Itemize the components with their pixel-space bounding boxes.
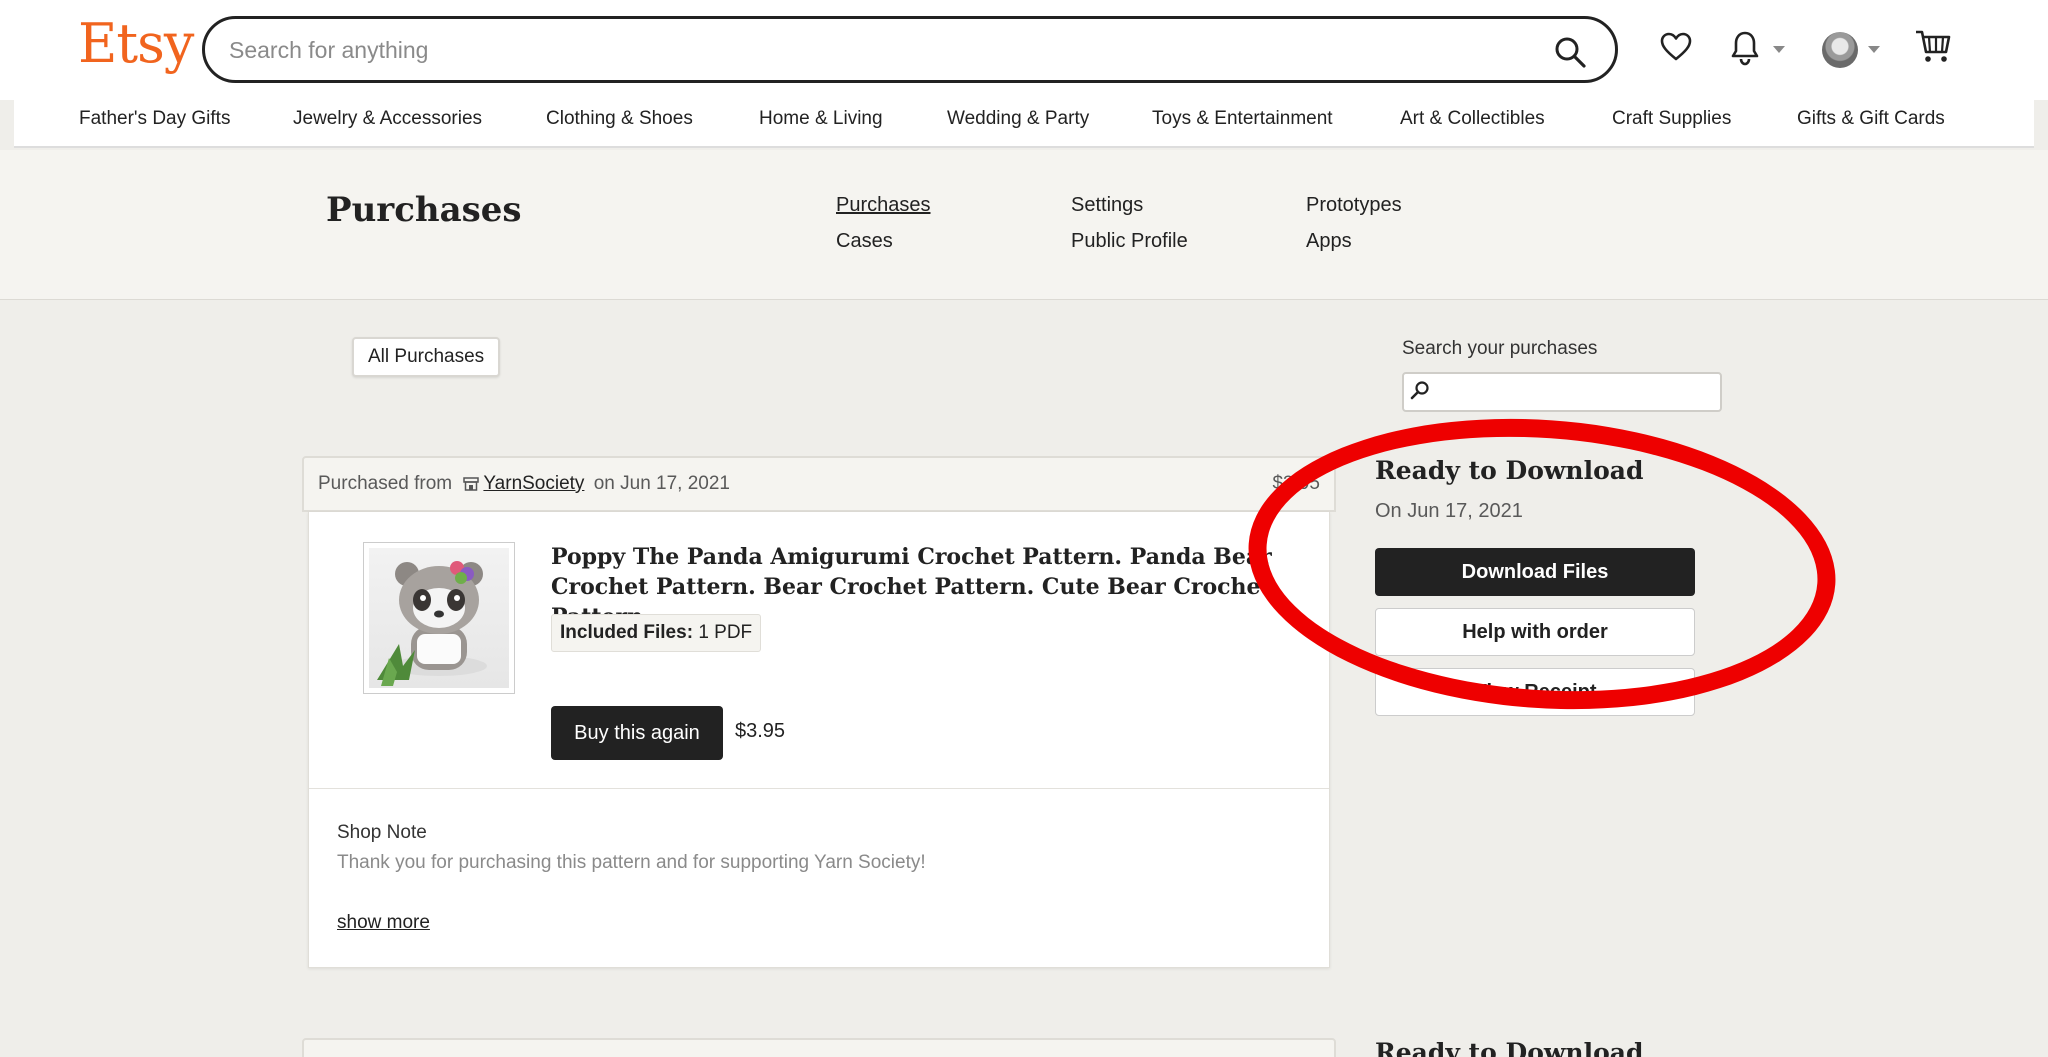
category-link[interactable]: Gifts & Gift Cards xyxy=(1797,108,1945,130)
search-bar[interactable] xyxy=(202,16,1618,83)
category-link[interactable]: Clothing & Shoes xyxy=(546,108,693,130)
nav-link-purchases[interactable]: Purchases xyxy=(836,194,931,217)
item-price: $3.95 xyxy=(735,720,786,742)
search-purchases-label: Search your purchases xyxy=(1402,338,1598,359)
category-link[interactable]: Father's Day Gifts xyxy=(79,108,230,130)
included-files-value: 1 PDF xyxy=(698,622,753,643)
bell-icon[interactable] xyxy=(1730,30,1760,66)
included-files-label: Included Files: xyxy=(560,622,694,643)
order-header: Purchased from YarnSociety on Jun 17, 20… xyxy=(302,456,1336,512)
next-order-header xyxy=(302,1038,1336,1057)
download-files-button[interactable]: Download Files xyxy=(1375,548,1695,596)
view-receipt-button[interactable]: View Receipt xyxy=(1375,668,1695,716)
buy-again-button[interactable]: Buy this again xyxy=(551,706,723,760)
search-icon[interactable] xyxy=(1553,35,1587,69)
nav-link-public-profile[interactable]: Public Profile xyxy=(1071,230,1188,253)
shop-note-title: Shop Note xyxy=(337,822,427,843)
site-header: Etsy xyxy=(0,0,2048,100)
category-link[interactable]: Craft Supplies xyxy=(1612,108,1731,130)
heart-icon[interactable] xyxy=(1660,32,1692,62)
order-card: Poppy The Panda Amigurumi Crochet Patter… xyxy=(308,512,1330,968)
help-with-order-button[interactable]: Help with order xyxy=(1375,608,1695,656)
avatar[interactable] xyxy=(1822,32,1858,68)
status-date: On Jun 17, 2021 xyxy=(1375,500,1523,522)
nav-link-cases[interactable]: Cases xyxy=(836,230,893,253)
order-total: $3.95 xyxy=(1272,473,1320,494)
status-title: Ready to Download xyxy=(1375,456,1644,485)
product-image[interactable] xyxy=(363,542,515,694)
category-link[interactable]: Art & Collectibles xyxy=(1400,108,1545,130)
panda-illustration xyxy=(377,561,487,686)
all-purchases-filter[interactable]: All Purchases xyxy=(352,337,501,377)
show-more-link[interactable]: show more xyxy=(337,912,430,934)
etsy-logo[interactable]: Etsy xyxy=(78,12,194,75)
purchased-from: Purchased from YarnSociety on Jun 17, 20… xyxy=(318,473,730,495)
nav-link-settings[interactable]: Settings xyxy=(1071,194,1143,217)
shop-note-text: Thank you for purchasing this pattern an… xyxy=(337,852,926,873)
purchased-from-label: Purchased from xyxy=(318,473,453,494)
category-link[interactable]: Toys & Entertainment xyxy=(1152,108,1333,130)
shop-icon xyxy=(463,477,480,491)
included-files: Included Files: 1 PDF xyxy=(551,614,762,652)
account-header: Purchases Purchases Cases Settings Publi… xyxy=(0,150,2048,300)
cart-icon[interactable] xyxy=(1914,28,1952,64)
divider xyxy=(309,788,1329,789)
search-icon xyxy=(1410,381,1429,400)
nav-link-prototypes[interactable]: Prototypes xyxy=(1306,194,1402,217)
chevron-down-icon[interactable] xyxy=(1868,46,1880,53)
page-title: Purchases xyxy=(326,190,522,230)
order-date: on Jun 17, 2021 xyxy=(593,473,731,494)
shop-link[interactable]: YarnSociety xyxy=(483,473,584,494)
category-link[interactable]: Jewelry & Accessories xyxy=(293,108,482,130)
search-input[interactable] xyxy=(229,33,1529,67)
search-purchases-input[interactable] xyxy=(1402,372,1722,412)
category-link[interactable]: Wedding & Party xyxy=(947,108,1089,130)
panda-toy-image xyxy=(369,548,509,688)
next-status-title: Ready to Download xyxy=(1375,1038,1644,1057)
nav-link-apps[interactable]: Apps xyxy=(1306,230,1352,253)
category-link[interactable]: Home & Living xyxy=(759,108,883,130)
category-nav: Father's Day Gifts Jewelry & Accessories… xyxy=(14,100,2034,148)
chevron-down-icon[interactable] xyxy=(1773,46,1785,53)
